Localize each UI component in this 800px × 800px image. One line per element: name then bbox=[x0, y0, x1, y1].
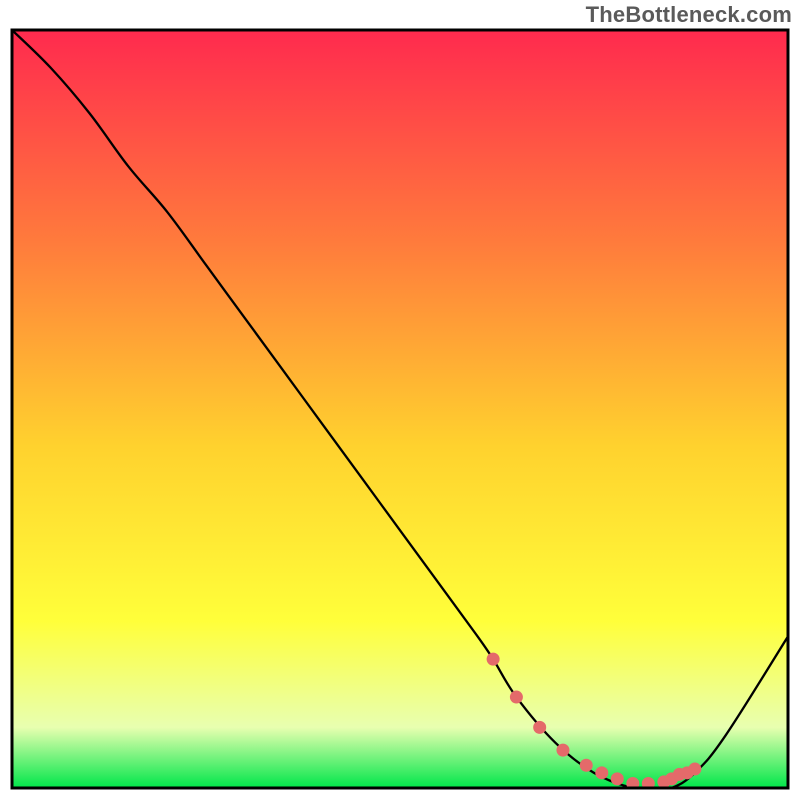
optimal-dot bbox=[533, 721, 546, 734]
optimal-dot bbox=[611, 772, 624, 785]
optimal-dot bbox=[595, 766, 608, 779]
optimal-dot bbox=[510, 691, 523, 704]
optimal-dot bbox=[580, 759, 593, 772]
watermark-label: TheBottleneck.com bbox=[586, 2, 792, 28]
optimal-dot bbox=[556, 744, 569, 757]
optimal-dot bbox=[688, 763, 701, 776]
chart-container: TheBottleneck.com bbox=[0, 0, 800, 800]
heatmap-background bbox=[12, 30, 788, 788]
bottleneck-chart bbox=[0, 0, 800, 800]
optimal-dot bbox=[487, 653, 500, 666]
